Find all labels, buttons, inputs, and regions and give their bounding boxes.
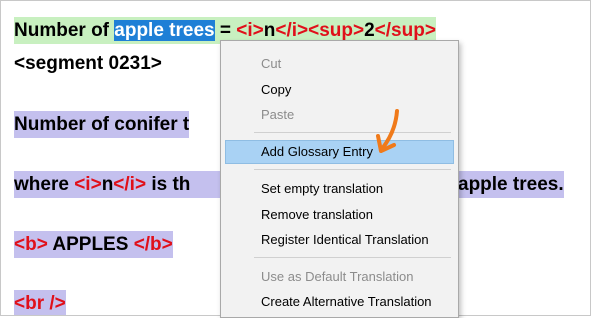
tag-i-close: </i> bbox=[275, 20, 309, 41]
menu-separator bbox=[254, 132, 451, 133]
var-n: n bbox=[101, 174, 114, 195]
segment-text: is th bbox=[146, 174, 191, 195]
menu-separator bbox=[254, 257, 451, 258]
segment-text: Number of conifer t bbox=[14, 114, 190, 135]
tag-i-open: <i> bbox=[74, 174, 102, 195]
menu-item-cut[interactable]: Cut bbox=[225, 52, 454, 76]
tag-sup-close: </sup> bbox=[374, 20, 436, 41]
menu-item-remove-translation[interactable]: Remove translation bbox=[225, 203, 454, 227]
tag-br: <br /> bbox=[14, 293, 66, 314]
source-text: Number of bbox=[14, 20, 115, 41]
menu-item-paste[interactable]: Paste bbox=[225, 103, 454, 127]
segment-line[interactable]: <br /> bbox=[14, 290, 66, 315]
segment-line[interactable]: Number of conifer t bbox=[14, 111, 190, 138]
menu-item-create-alternative-translation[interactable]: Create Alternative Translation bbox=[225, 290, 454, 314]
exponent-text: 2 bbox=[364, 20, 375, 41]
tag-b-close: </b> bbox=[133, 234, 173, 255]
segment-line[interactable]: where <i>n</i> is th bbox=[14, 171, 244, 198]
menu-item-register-identical-translation[interactable]: Register Identical Translation bbox=[225, 228, 454, 252]
tag-sup-open: <sup> bbox=[308, 20, 365, 41]
segment-text: APPLES bbox=[47, 234, 134, 255]
segment-line-tail[interactable]: apple trees. bbox=[456, 171, 564, 198]
arrow-annotation-icon bbox=[376, 109, 399, 153]
menu-item-copy[interactable]: Copy bbox=[225, 78, 454, 102]
context-menu: Cut Copy Paste Add Glossary Entry Set em… bbox=[220, 40, 459, 318]
tag-i-close: </i> bbox=[113, 174, 147, 195]
menu-item-add-glossary-entry[interactable]: Add Glossary Entry bbox=[225, 140, 454, 164]
menu-item-use-as-default-translation[interactable]: Use as Default Translation bbox=[225, 265, 454, 289]
selected-text[interactable]: apple trees bbox=[114, 20, 215, 41]
tag-b-open: <b> bbox=[14, 234, 48, 255]
menu-separator bbox=[254, 169, 451, 170]
segment-line[interactable]: <b> APPLES </b> bbox=[14, 231, 173, 258]
segment-marker: <segment 0231> bbox=[14, 53, 162, 74]
segment-text: apple trees. bbox=[458, 174, 564, 195]
menu-item-set-empty-translation[interactable]: Set empty translation bbox=[225, 177, 454, 201]
segment-text: where bbox=[14, 174, 75, 195]
var-n: n bbox=[263, 20, 276, 41]
tag-i-open: <i> bbox=[236, 20, 264, 41]
equals-text: = bbox=[214, 20, 237, 41]
